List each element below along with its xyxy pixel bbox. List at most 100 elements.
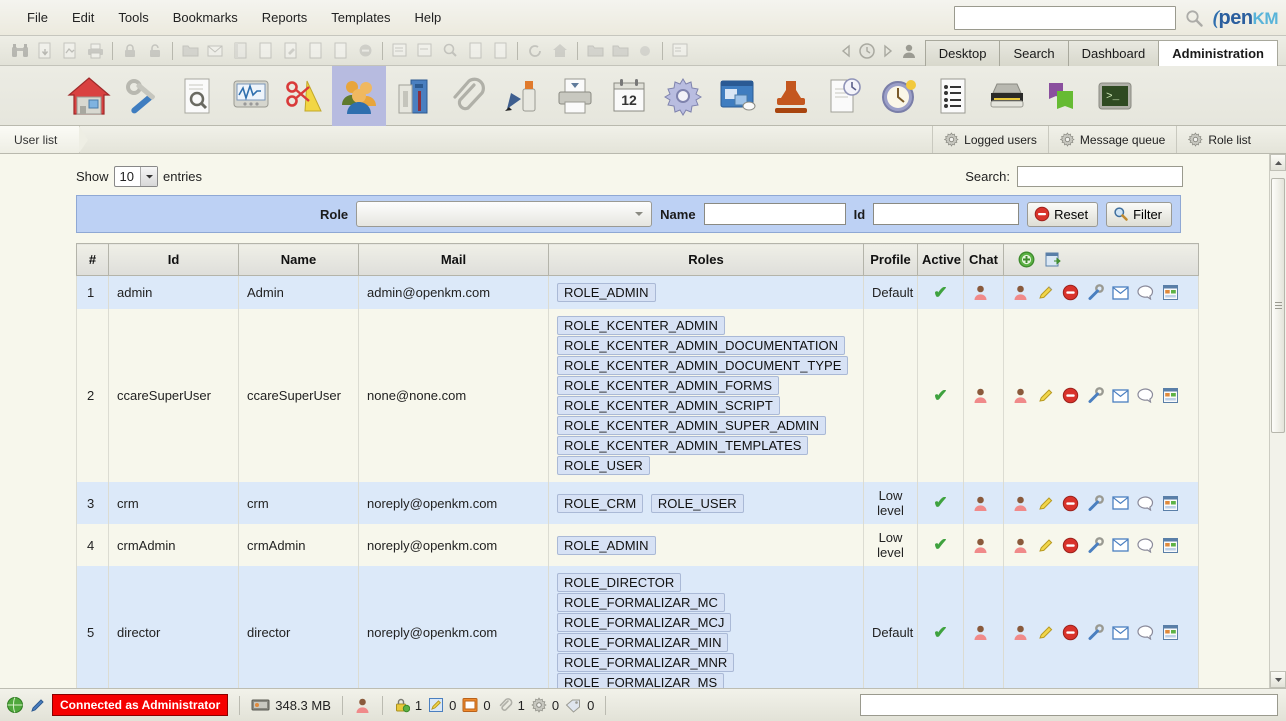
nav-back-icon[interactable] bbox=[838, 43, 854, 59]
export-icon[interactable] bbox=[1045, 251, 1062, 268]
paperclip-icon[interactable] bbox=[440, 66, 494, 126]
edit-icon[interactable] bbox=[1037, 537, 1054, 554]
delete-icon[interactable] bbox=[1062, 284, 1079, 301]
books-icon[interactable] bbox=[1034, 66, 1088, 126]
locked-counter[interactable]: 1 bbox=[394, 697, 422, 713]
menu-item-help[interactable]: Help bbox=[404, 6, 453, 29]
properties-icon[interactable] bbox=[388, 40, 412, 62]
document-list-icon[interactable] bbox=[668, 40, 692, 62]
menu-item-templates[interactable]: Templates bbox=[320, 6, 401, 29]
nav-history-icon[interactable] bbox=[858, 42, 876, 60]
table-row[interactable]: 4 crmAdmin crmAdmin noreply@openkm.com R… bbox=[76, 524, 1199, 566]
tools-icon[interactable] bbox=[116, 66, 170, 126]
folder-unlock-icon[interactable] bbox=[608, 40, 632, 62]
table-row[interactable]: 1 admin Admin admin@openkm.com ROLE_ADMI… bbox=[76, 275, 1199, 309]
document-edit-icon[interactable] bbox=[278, 40, 302, 62]
delete-icon[interactable] bbox=[1062, 387, 1079, 404]
pencil-icon[interactable] bbox=[30, 697, 46, 713]
printer-icon[interactable] bbox=[548, 66, 602, 126]
globe-icon[interactable] bbox=[6, 696, 24, 714]
column-number[interactable]: # bbox=[76, 243, 109, 276]
document-search-icon[interactable] bbox=[170, 66, 224, 126]
table-row[interactable]: 2 ccareSuperUser ccareSuperUser none@non… bbox=[76, 309, 1199, 482]
edit-icon[interactable] bbox=[1037, 284, 1054, 301]
process-counter[interactable]: 0 bbox=[531, 697, 559, 713]
chat-icon[interactable] bbox=[1137, 388, 1154, 403]
scrollbar-thumb[interactable] bbox=[1271, 178, 1285, 433]
cell-chat[interactable] bbox=[963, 566, 1004, 688]
remove-icon[interactable] bbox=[353, 40, 377, 62]
report-icon[interactable] bbox=[1162, 495, 1179, 512]
gear-icon[interactable] bbox=[656, 66, 710, 126]
report-icon[interactable] bbox=[1162, 387, 1179, 404]
menu-item-reports[interactable]: Reports bbox=[251, 6, 319, 29]
permissions-icon[interactable] bbox=[1087, 494, 1104, 512]
user-profile-icon[interactable] bbox=[1012, 387, 1029, 404]
reset-button[interactable]: Reset bbox=[1027, 201, 1099, 227]
user-profile-icon[interactable] bbox=[1012, 284, 1029, 301]
mail-add-icon[interactable] bbox=[203, 40, 227, 62]
home-icon[interactable] bbox=[62, 66, 116, 126]
chat-icon[interactable] bbox=[1137, 495, 1154, 511]
search-icon[interactable] bbox=[1184, 8, 1204, 28]
tab-dashboard[interactable]: Dashboard bbox=[1067, 40, 1160, 66]
table-row[interactable]: 5 director director noreply@openkm.com R… bbox=[76, 566, 1199, 688]
user-icon[interactable] bbox=[354, 697, 371, 714]
id-filter-input[interactable] bbox=[873, 203, 1020, 225]
column-roles[interactable]: Roles bbox=[548, 243, 864, 276]
menu-item-bookmarks[interactable]: Bookmarks bbox=[162, 6, 249, 29]
design-tools-icon[interactable] bbox=[278, 66, 332, 126]
document-pdf-icon[interactable] bbox=[58, 40, 82, 62]
message-queue-button[interactable]: Message queue bbox=[1047, 126, 1176, 153]
delete-icon[interactable] bbox=[1062, 624, 1079, 641]
document-move-icon[interactable] bbox=[328, 40, 352, 62]
scanner-icon[interactable] bbox=[980, 66, 1034, 126]
role-list-button[interactable]: Role list bbox=[1176, 126, 1262, 153]
mail-icon[interactable] bbox=[1112, 496, 1129, 510]
scroll-up-button[interactable] bbox=[1270, 154, 1286, 171]
permissions-icon[interactable] bbox=[1087, 536, 1104, 554]
print-icon[interactable] bbox=[83, 40, 107, 62]
activity-monitor-icon[interactable] bbox=[224, 66, 278, 126]
search-input[interactable] bbox=[1017, 166, 1183, 187]
mail-icon[interactable] bbox=[1112, 538, 1129, 552]
role-filter-select[interactable] bbox=[356, 201, 653, 227]
chat-icon[interactable] bbox=[1137, 625, 1154, 640]
cell-chat[interactable] bbox=[963, 482, 1004, 524]
attachment-counter[interactable]: 1 bbox=[497, 697, 525, 713]
document-copy-icon[interactable] bbox=[303, 40, 327, 62]
workflow-icon[interactable] bbox=[710, 66, 764, 126]
cell-chat[interactable] bbox=[963, 275, 1004, 309]
column-name[interactable]: Name bbox=[238, 243, 359, 276]
menu-item-tools[interactable]: Tools bbox=[107, 6, 159, 29]
checkout-counter[interactable]: 0 bbox=[428, 697, 456, 713]
entries-select[interactable]: 10 bbox=[113, 166, 158, 187]
calendar-icon[interactable]: 12 bbox=[602, 66, 656, 126]
note-add-icon[interactable] bbox=[228, 40, 252, 62]
permissions-icon[interactable] bbox=[1087, 624, 1104, 641]
refresh-icon[interactable] bbox=[523, 40, 547, 62]
cell-chat[interactable] bbox=[963, 309, 1004, 482]
edit-icon[interactable] bbox=[1037, 387, 1054, 404]
mail-icon[interactable] bbox=[1112, 285, 1129, 300]
document-add-icon[interactable] bbox=[253, 40, 277, 62]
binoculars-icon[interactable] bbox=[8, 40, 32, 62]
delete-icon[interactable] bbox=[1062, 495, 1079, 512]
status-bar-input[interactable] bbox=[860, 694, 1278, 716]
document-download-icon[interactable] bbox=[33, 40, 57, 62]
tag-counter[interactable]: 0 bbox=[565, 698, 594, 713]
menu-item-file[interactable]: File bbox=[16, 6, 59, 29]
mail-icon[interactable] bbox=[1112, 625, 1129, 640]
document-view-icon[interactable] bbox=[488, 40, 512, 62]
user-profile-icon[interactable] bbox=[1012, 624, 1029, 641]
lock-remove-icon[interactable] bbox=[143, 40, 167, 62]
folder-lock-icon[interactable] bbox=[583, 40, 607, 62]
cell-chat[interactable] bbox=[963, 524, 1004, 566]
nav-user-icon[interactable] bbox=[900, 42, 918, 60]
folder-add-icon[interactable] bbox=[178, 40, 202, 62]
home-icon[interactable] bbox=[548, 40, 572, 62]
vertical-scrollbar[interactable] bbox=[1269, 154, 1286, 688]
find-icon[interactable] bbox=[438, 40, 462, 62]
column-chat[interactable]: Chat bbox=[963, 243, 1004, 276]
chat-icon[interactable] bbox=[1137, 537, 1154, 553]
